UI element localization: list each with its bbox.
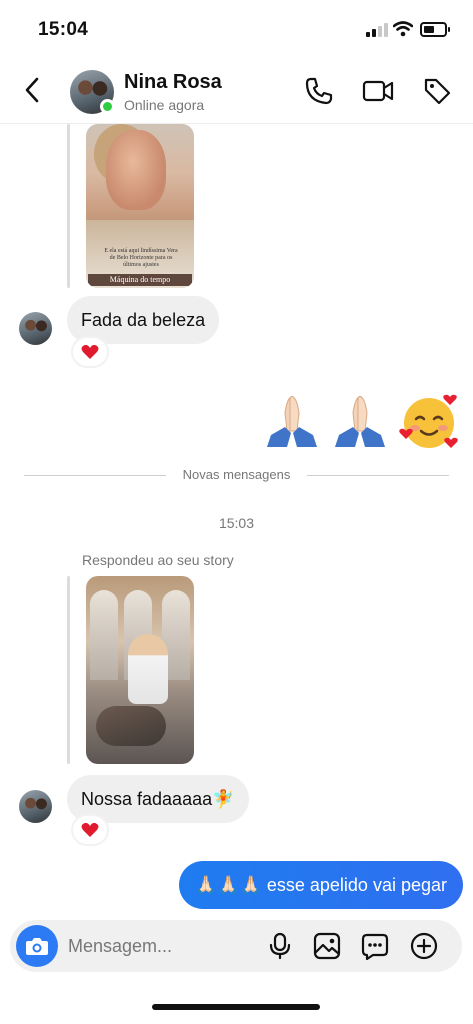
camera-button[interactable] — [16, 925, 58, 967]
back-icon[interactable] — [24, 76, 40, 109]
story-tag: Máquina do tempo — [88, 274, 192, 286]
online-indicator — [100, 99, 115, 114]
contact-name[interactable]: Nina Rosa — [124, 71, 222, 94]
story-thumbnail[interactable] — [86, 576, 194, 764]
new-messages-divider: Novas mensagens — [24, 466, 449, 484]
status-time: 15:04 — [38, 19, 89, 40]
status-bar: 15:04 — [0, 0, 473, 58]
smiling-face-hearts-icon — [399, 394, 458, 448]
praying-hands-icon — [267, 396, 317, 447]
incoming-message[interactable]: Fada da beleza — [67, 296, 220, 344]
wifi-icon — [392, 21, 414, 42]
sent-emoji-message[interactable] — [261, 390, 461, 454]
plus-icon[interactable] — [410, 932, 438, 965]
tag-icon[interactable] — [422, 76, 452, 111]
outgoing-message[interactable]: 🙏🏻🙏🏻🙏🏻 esse apelido vai pegar — [178, 861, 463, 909]
divider-label: Novas mensagens — [182, 467, 291, 482]
story-reply-bar — [67, 576, 70, 764]
contact-status: Online agora — [124, 97, 205, 113]
sender-avatar[interactable] — [19, 790, 52, 823]
message-input[interactable] — [68, 934, 248, 958]
microphone-icon[interactable] — [268, 932, 292, 965]
video-icon[interactable] — [362, 76, 394, 111]
story-caption: E ela está aqui lindíssima Vera de Belo … — [104, 248, 178, 268]
phone-icon[interactable] — [304, 76, 334, 111]
replied-to-story-label: Respondeu ao seu story — [82, 552, 234, 568]
heart-reaction[interactable] — [73, 338, 107, 366]
message-timestamp: 15:03 — [218, 515, 255, 531]
home-indicator[interactable] — [152, 1004, 320, 1010]
signal-icon — [366, 23, 388, 37]
praying-hands-icon — [335, 396, 385, 447]
camera-icon — [26, 938, 48, 955]
chat-header: Nina Rosa Online agora — [0, 58, 473, 124]
image-icon[interactable] — [313, 932, 341, 965]
sender-avatar[interactable] — [19, 312, 52, 345]
message-composer — [10, 920, 462, 972]
story-thumbnail[interactable]: E ela está aqui lindíssima Vera de Belo … — [86, 124, 194, 288]
story-reply-bar — [67, 124, 70, 288]
heart-reaction[interactable] — [73, 816, 107, 844]
sticker-icon[interactable] — [361, 932, 389, 965]
battery-icon — [420, 22, 450, 37]
